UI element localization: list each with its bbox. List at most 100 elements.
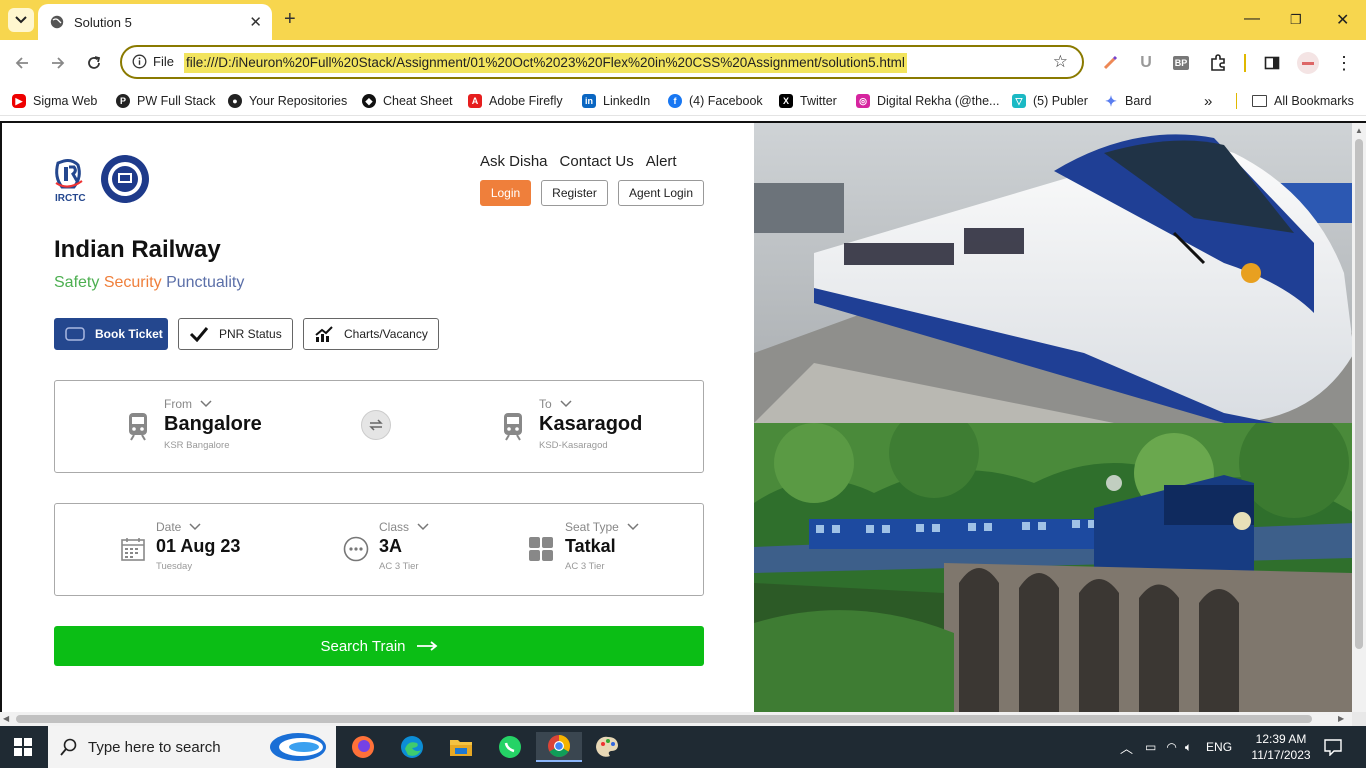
chevron-down-icon	[15, 16, 27, 24]
windows-start-button[interactable]	[14, 738, 32, 761]
clock[interactable]: 12:39 AM 11/17/2023	[1250, 731, 1312, 763]
bookmark-item[interactable]: in LinkedIn	[582, 92, 650, 110]
seat-type-sub: AC 3 Tier	[565, 561, 605, 572]
extension-u-icon[interactable]: U	[1136, 53, 1156, 73]
close-tab-icon[interactable]: ✕	[249, 13, 262, 31]
horizontal-scrollbar[interactable]: ◀ ▶	[0, 712, 1352, 726]
vertical-scrollbar[interactable]: ▲	[1352, 123, 1366, 712]
date-label: Date	[156, 520, 182, 534]
chrome-app-active[interactable]	[536, 732, 582, 762]
avatar[interactable]	[1297, 52, 1319, 74]
from-field[interactable]: From Bangalore KSR Bangalore	[127, 397, 262, 451]
scroll-right-icon[interactable]: ▶	[1338, 714, 1344, 723]
chart-icon	[315, 326, 333, 342]
bookmarks-divider	[1236, 93, 1237, 109]
vertical-scroll-thumb[interactable]	[1355, 139, 1363, 649]
bookmark-item[interactable]: ▽ (5) Publer	[1012, 92, 1088, 110]
seat-type-label: Seat Type	[565, 520, 619, 534]
site-info[interactable]: File	[132, 54, 174, 69]
irctc-logo-text: IRCTC	[55, 193, 86, 204]
file-explorer-app[interactable]	[446, 732, 476, 762]
bookmark-item[interactable]: ◆ Cheat Sheet	[362, 92, 453, 110]
bookmark-star-icon[interactable]: ☆	[1053, 52, 1068, 72]
new-tab-button[interactable]: +	[284, 9, 296, 29]
bookmark-item[interactable]: f (4) Facebook	[668, 92, 763, 110]
tagline: Safety Security Punctuality	[54, 274, 244, 292]
scroll-left-icon[interactable]: ◀	[3, 714, 9, 723]
extensions-puzzle-icon[interactable]	[1208, 53, 1228, 73]
nav-alert[interactable]: Alert	[646, 153, 677, 170]
cheatsheet-icon: ◆	[362, 94, 376, 108]
firefox-app[interactable]	[348, 732, 378, 762]
grid-icon	[529, 537, 553, 561]
notification-icon	[1324, 739, 1342, 757]
search-train-label: Search Train	[320, 637, 406, 655]
train-icon	[129, 413, 147, 441]
x-twitter-icon: X	[779, 94, 793, 108]
all-bookmarks[interactable]: All Bookmarks	[1252, 92, 1354, 110]
tab-pnr-status[interactable]: PNR Status	[178, 318, 293, 350]
address-bar[interactable]: File file:///D:/iNeuron%20Full%20Stack/A…	[120, 45, 1084, 79]
chevron-up-icon[interactable]: ︿	[1120, 738, 1133, 757]
whatsapp-app[interactable]	[495, 732, 525, 762]
side-panel-icon[interactable]	[1262, 53, 1282, 73]
search-train-button[interactable]: Search Train	[54, 626, 704, 666]
tab-active[interactable]: Solution 5 ✕	[38, 4, 272, 40]
taskbar: Type here to search ︿ ▭ ◠ 🔈︎ ENG 12:39 A…	[0, 726, 1366, 768]
bookmark-item[interactable]: ▶ Sigma Web	[12, 92, 97, 110]
url-text[interactable]: file:///D:/iNeuron%20Full%20Stack/Assign…	[184, 53, 907, 73]
register-button[interactable]: Register	[541, 180, 608, 206]
scroll-up-icon[interactable]: ▲	[1355, 126, 1363, 135]
menu-kebab-icon[interactable]: ⋮	[1334, 53, 1354, 73]
bookmarks-overflow-icon[interactable]: »	[1204, 92, 1212, 110]
publer-icon: ▽	[1012, 94, 1026, 108]
bookmark-item[interactable]: P PW Full Stack	[116, 92, 216, 110]
calendar-icon	[121, 538, 145, 561]
close-window-icon[interactable]: ✕	[1336, 10, 1349, 30]
bookmarks-bar: ▶ Sigma Web P PW Full Stack ● Your Reposito…	[0, 86, 1366, 116]
tab-search-button[interactable]	[8, 8, 34, 32]
chevron-down-icon	[200, 400, 212, 408]
top-nav: Ask Disha Contact Us Alert	[480, 153, 689, 170]
paint-app[interactable]	[593, 732, 623, 762]
bing-swirl-icon	[270, 733, 326, 761]
class-field[interactable]: Class 3A AC 3 Tier	[343, 520, 429, 572]
bookmark-item[interactable]: ◎ Digital Rekha (@the...	[856, 92, 999, 110]
bookmark-item[interactable]: ✦ Bard	[1104, 92, 1151, 110]
toolbar-divider	[1244, 54, 1246, 72]
forward-button[interactable]	[47, 52, 69, 74]
edge-app[interactable]	[397, 732, 427, 762]
seat-type-field[interactable]: Seat Type Tatkal AC 3 Tier	[528, 520, 639, 572]
back-button[interactable]	[11, 52, 33, 74]
bookmark-item[interactable]: X Twitter	[779, 92, 837, 110]
volume-icon[interactable]: 🔈︎	[1185, 740, 1192, 755]
date-field[interactable]: Date 01 Aug 23 Tuesday	[120, 520, 240, 572]
extension-bp-icon[interactable]: BP	[1171, 53, 1191, 73]
bookmark-item[interactable]: ● Your Repositories	[228, 92, 347, 110]
login-button[interactable]: Login	[480, 180, 531, 206]
restore-icon[interactable]: ❐	[1290, 12, 1302, 28]
chevron-down-icon	[189, 523, 201, 531]
to-station: KSD-Kasaragod	[539, 440, 608, 451]
page-title: Indian Railway	[54, 236, 221, 263]
nav-contact-us[interactable]: Contact Us	[560, 153, 634, 170]
agent-login-button[interactable]: Agent Login	[618, 180, 704, 206]
tab-charts-vacancy[interactable]: Charts/Vacancy	[303, 318, 439, 350]
taskbar-search[interactable]: Type here to search	[48, 726, 336, 768]
horizontal-scroll-thumb[interactable]	[16, 715, 1312, 723]
nav-ask-disha[interactable]: Ask Disha	[480, 153, 548, 170]
language-indicator[interactable]: ENG	[1206, 740, 1232, 754]
notifications-button[interactable]	[1324, 738, 1342, 761]
swap-stations-button[interactable]	[361, 410, 391, 440]
reload-button[interactable]	[83, 52, 105, 74]
info-icon	[132, 54, 147, 69]
wifi-icon[interactable]: ◠	[1166, 740, 1176, 754]
train-icon	[504, 413, 522, 441]
extension-pen-icon[interactable]	[1100, 53, 1120, 73]
minimize-icon[interactable]: —	[1244, 10, 1260, 28]
battery-icon[interactable]: ▭	[1145, 740, 1156, 754]
bookmark-item[interactable]: A Adobe Firefly	[468, 92, 563, 110]
tab-book-ticket[interactable]: Book Ticket	[54, 318, 168, 350]
edge-icon	[401, 736, 423, 758]
to-field[interactable]: To Kasaragod KSD-Kasaragod	[502, 397, 642, 451]
